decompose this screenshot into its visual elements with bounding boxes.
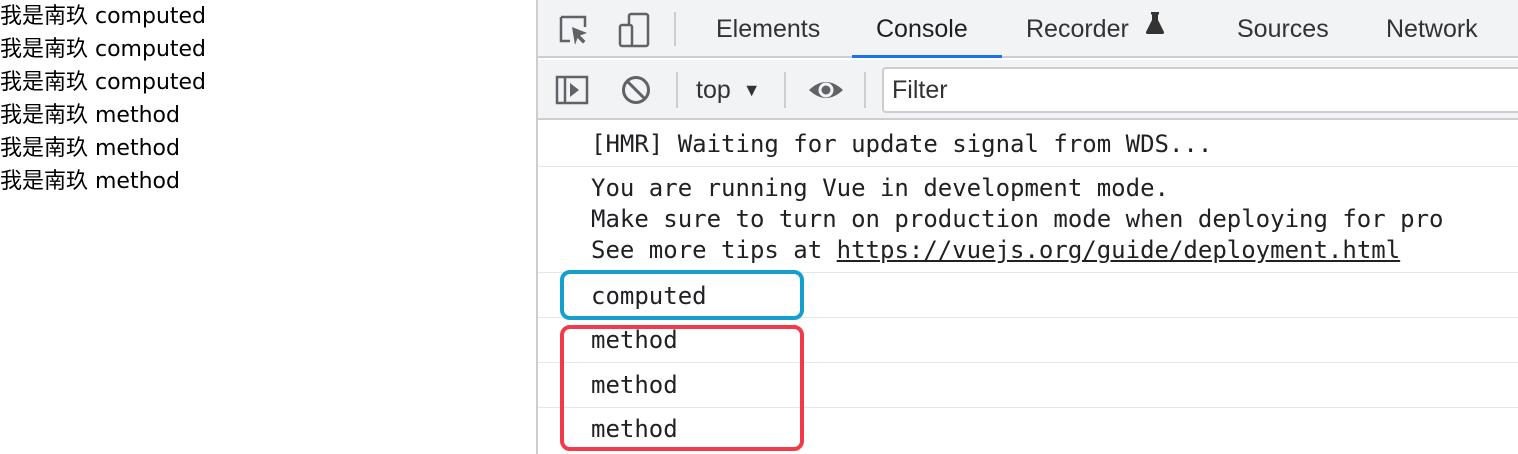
show-sidebar-icon[interactable] (554, 72, 590, 108)
tab-network[interactable]: Network (1386, 0, 1478, 58)
live-expression-eye-icon[interactable] (804, 72, 848, 108)
console-message: [HMR] Waiting for update signal from WDS… (538, 122, 1518, 167)
page-content: 我是南玖 computed 我是南玖 computed 我是南玖 compute… (0, 0, 536, 454)
tab-elements-label: Elements (716, 15, 821, 43)
console-message-text: method (591, 371, 678, 399)
inspect-element-icon[interactable] (556, 12, 592, 48)
console-message: method (538, 318, 1518, 363)
tab-sources-label: Sources (1237, 15, 1329, 43)
tab-console[interactable]: Console (876, 0, 968, 58)
dropdown-arrow-icon: ▼ (742, 79, 761, 100)
console-message-text: Make sure to turn on production mode whe… (591, 205, 1444, 233)
vue-deployment-link[interactable]: https://vuejs.org/guide/deployment.html (837, 236, 1401, 264)
page-text-line: 我是南玖 method (0, 103, 180, 128)
tab-sources[interactable]: Sources (1237, 0, 1329, 58)
page-text-line: 我是南玖 method (0, 169, 180, 194)
device-toolbar-icon[interactable] (614, 10, 654, 50)
console-message-text: You are running Vue in development mode. (591, 174, 1169, 202)
console-toolbar: top ▼ (538, 60, 1518, 120)
tab-elements[interactable]: Elements (716, 0, 820, 58)
tab-recorder[interactable]: Recorder (1026, 0, 1166, 58)
console-message-prefix: See more tips at (591, 236, 837, 264)
page-text-line: 我是南玖 computed (0, 70, 207, 95)
context-selector[interactable]: top ▼ (696, 68, 761, 112)
page-text-line: 我是南玖 method (0, 136, 180, 161)
console-messages: [HMR] Waiting for update signal from WDS… (538, 122, 1518, 454)
devtools-panel: Elements Console Recorder Sources Networ… (536, 0, 1518, 454)
tab-network-label: Network (1386, 15, 1478, 43)
toolbar-separator (674, 12, 676, 46)
console-message-text: [HMR] Waiting for update signal from WDS… (591, 130, 1213, 158)
console-message-text: computed (591, 282, 707, 310)
page-text-line: 我是南玖 computed (0, 4, 207, 29)
console-message: You are running Vue in development mode.… (538, 167, 1518, 273)
flask-icon (1144, 0, 1166, 56)
console-message: method (538, 408, 1518, 454)
tab-console-label: Console (876, 15, 968, 43)
page-text-line: 我是南玖 computed (0, 37, 207, 62)
console-message-text: method (591, 326, 678, 354)
devtools-tab-bar: Elements Console Recorder Sources Networ… (538, 0, 1518, 58)
clear-console-icon[interactable] (618, 72, 654, 108)
active-tab-indicator (852, 55, 1002, 58)
console-message-text: method (591, 415, 678, 443)
toolbar-separator (864, 72, 866, 108)
console-message: computed (538, 273, 1518, 318)
tab-recorder-label: Recorder (1026, 15, 1129, 43)
context-selector-value: top (696, 75, 731, 104)
console-message-text: See more tips at https://vuejs.org/guide… (591, 235, 1400, 265)
toolbar-separator (784, 72, 786, 108)
console-message: method (538, 363, 1518, 408)
console-filter-input[interactable] (882, 67, 1518, 113)
toolbar-separator (676, 72, 678, 108)
